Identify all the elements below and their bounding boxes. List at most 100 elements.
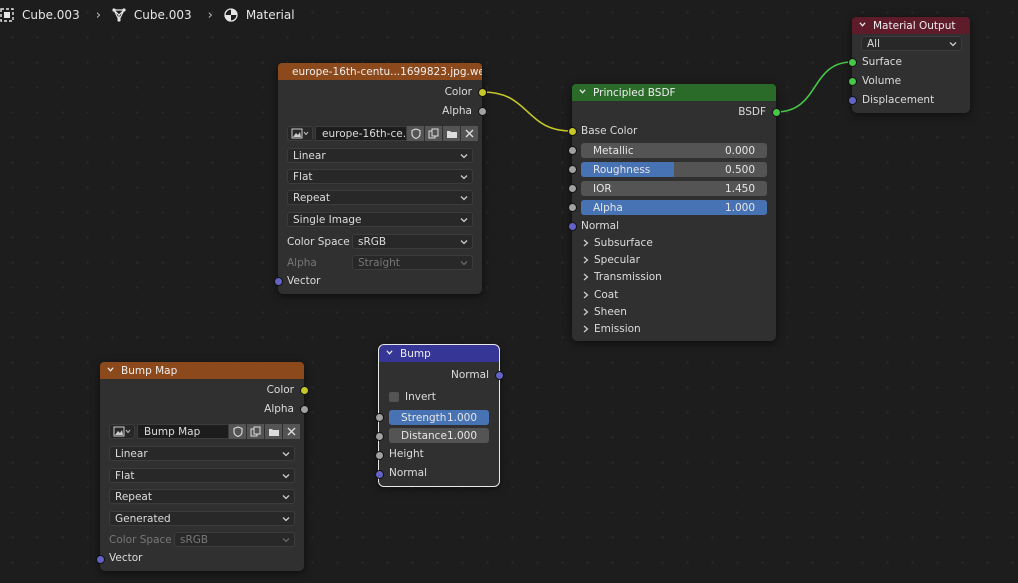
projection-select[interactable]: Flat [109,468,295,483]
color-space-select[interactable]: sRGB [352,234,473,249]
bump-map-texture-node[interactable]: Bump Map Color Alpha Bump Map Linear Fla… [96,362,309,571]
select-value: All [867,37,881,50]
panel-emission[interactable]: Emission [583,323,641,335]
fake-user-button[interactable] [407,126,424,141]
socket-normal-input[interactable] [568,222,577,231]
select-value: sRGB [358,235,387,248]
extension-select[interactable]: Repeat [287,190,473,205]
duplicate-image-button[interactable] [246,424,264,439]
field-value: 1.000 [446,411,477,424]
normal-label: Normal [581,220,619,232]
socket-normal-output[interactable] [495,371,504,380]
socket-color-output[interactable] [478,88,487,97]
image-name-field[interactable]: Bump Map [137,424,229,439]
chevron-down-icon[interactable] [579,88,586,95]
node-title: Material Output [873,19,956,32]
panel-sheen[interactable]: Sheen [583,306,627,318]
field-value: 0.000 [724,144,755,157]
open-image-button[interactable] [442,126,460,141]
panel-specular[interactable]: Specular [583,254,640,266]
fake-user-button[interactable] [229,424,246,439]
chevron-down-icon[interactable] [859,21,866,28]
shield-icon [410,128,421,139]
strength-field[interactable]: Strength 1.000 [389,410,489,425]
node-header[interactable]: Material Output [852,17,970,34]
select-value: Linear [293,149,326,162]
principled-bsdf-node[interactable]: Principled BSDF BSDF Base Color Metallic… [568,84,781,341]
interpolation-select[interactable]: Linear [109,446,295,461]
image-selector: europe-16th-ce... [287,125,478,142]
chevron-down-icon[interactable] [386,349,393,356]
node-header[interactable]: europe-16th-centu...1699823.jpg.webp [278,63,482,80]
socket-strength-input[interactable] [375,413,384,422]
chevron-down-icon[interactable] [107,366,114,373]
close-icon [287,427,296,436]
panel-coat[interactable]: Coat [583,289,618,301]
interpolation-select[interactable]: Linear [287,148,473,163]
unlink-image-button[interactable] [282,424,300,439]
socket-label: BSDF [738,106,766,118]
socket-alpha-input[interactable] [568,203,577,212]
socket-height-input[interactable] [375,451,384,460]
socket-vector-input[interactable] [274,277,283,286]
chevron-down-icon [460,240,468,245]
node-header[interactable]: Bump Map [100,362,304,379]
socket-distance-input[interactable] [375,432,384,441]
extension-select[interactable]: Repeat [109,489,295,504]
select-value: Single Image [293,213,362,226]
source-select[interactable]: Generated [109,511,295,526]
projection-select[interactable]: Flat [287,169,473,184]
socket-displacement-input[interactable] [848,96,857,105]
shield-icon [232,426,243,437]
socket-volume-input[interactable] [848,77,857,86]
alpha-field[interactable]: Alpha 1.000 [581,200,767,215]
volume-label: Volume [862,75,902,87]
output-alpha: Alpha [100,401,304,417]
open-image-button[interactable] [264,424,282,439]
socket-color-output[interactable] [300,386,309,395]
socket-normal-input[interactable] [375,470,384,479]
image-texture-node[interactable]: europe-16th-centu...1699823.jpg.webp Col… [274,63,487,294]
checkbox[interactable] [389,392,399,402]
duplicate-image-button[interactable] [424,126,442,141]
link-color-to-base-color[interactable] [482,91,572,132]
socket-surface-input[interactable] [848,58,857,67]
image-browse-button[interactable] [109,424,135,439]
image-name-field[interactable]: europe-16th-ce... [315,126,407,141]
socket-alpha-output[interactable] [300,405,309,414]
socket-label: Alpha [264,403,294,415]
metallic-field[interactable]: Metallic 0.000 [581,143,767,158]
chevron-right-icon [583,273,589,281]
node-header[interactable]: Principled BSDF [572,84,776,101]
socket-alpha-output[interactable] [478,107,487,116]
panel-subsurface[interactable]: Subsurface [583,237,653,249]
unlink-image-button[interactable] [460,126,478,141]
select-value: Flat [293,170,313,183]
field-label: Alpha [593,201,623,214]
image-icon [113,426,131,437]
socket-vector-input[interactable] [96,555,105,564]
socket-ior-input[interactable] [568,184,577,193]
socket-metallic-input[interactable] [568,146,577,155]
socket-roughness-input[interactable] [568,165,577,174]
chevron-down-icon [949,42,957,47]
image-browse-button[interactable] [287,126,313,141]
roughness-field[interactable]: Roughness 0.500 [581,162,767,177]
ior-field[interactable]: IOR 1.450 [581,181,767,196]
material-output-node[interactable]: Material Output All Surface Volume Displ… [848,17,970,113]
output-normal: Normal [379,367,499,383]
target-select[interactable]: All [861,36,962,51]
color-space-label: Color Space [287,236,350,248]
bump-node[interactable]: Bump Normal Invert Strength 1.000 Distanc… [375,344,504,487]
source-select[interactable]: Single Image [287,212,473,227]
folder-icon [268,428,279,436]
node-header[interactable]: Bump [379,345,499,362]
chevron-down-icon [282,517,290,522]
distance-field[interactable]: Distance 1.000 [389,428,489,443]
link-bsdf-to-surface[interactable] [775,61,853,113]
close-icon [465,129,474,138]
panel-transmission[interactable]: Transmission [583,271,662,283]
invert-checkbox[interactable]: Invert [389,391,436,403]
socket-bsdf-output[interactable] [772,108,781,117]
socket-base-color-input[interactable] [568,127,577,136]
